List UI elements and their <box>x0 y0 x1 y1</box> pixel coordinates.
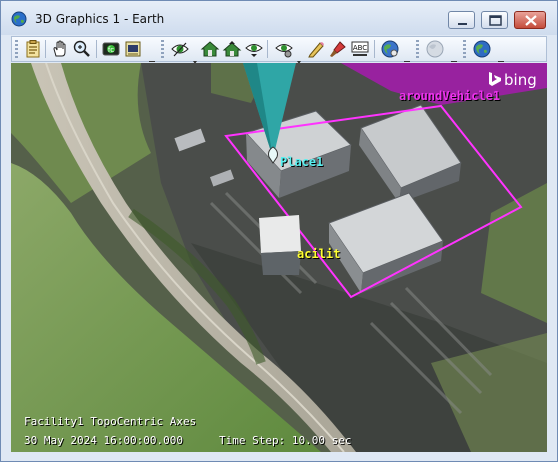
pan-hand-icon[interactable] <box>50 39 70 59</box>
aerial-imagery <box>11 63 547 452</box>
facility-label[interactable]: acilit <box>297 247 340 261</box>
toolbar: fc ABC <box>11 36 547 65</box>
view-from-to-icon[interactable]: fc <box>101 39 121 59</box>
toolbar-separator <box>45 40 46 58</box>
globe-icon[interactable] <box>380 39 400 59</box>
pencil-icon[interactable] <box>306 39 326 59</box>
brush-icon[interactable] <box>328 39 348 59</box>
date-overlay-text: 30 May 2024 16:00:00.000 <box>24 434 183 447</box>
abc-labels-icon[interactable]: ABC <box>350 39 370 59</box>
window-title: 3D Graphics 1 - Earth <box>35 12 165 26</box>
chevron-down-icon[interactable] <box>451 51 457 65</box>
minimize-button[interactable] <box>448 11 475 29</box>
properties-icon[interactable] <box>23 39 43 59</box>
toolbar-separator <box>267 40 268 58</box>
chevron-down-icon[interactable] <box>192 51 198 64</box>
home-icon[interactable] <box>200 39 220 59</box>
place-label[interactable]: Place1 <box>280 155 323 169</box>
globe-disabled-icon[interactable] <box>425 39 445 59</box>
minimize-icon <box>458 23 467 25</box>
bing-logo-text: bing <box>504 71 537 89</box>
title-bar[interactable]: 3D Graphics 1 - Earth <box>1 1 557 35</box>
toolbar-grip[interactable] <box>161 40 164 58</box>
3d-graphics-window: 3D Graphics 1 - Earth fc ABC Place1 acil… <box>0 0 558 462</box>
globe-icon[interactable] <box>11 11 27 27</box>
chevron-down-icon[interactable] <box>404 51 410 65</box>
chevron-down-icon[interactable] <box>149 51 155 65</box>
axes-overlay-text: Facility1 TopoCentric Axes <box>24 415 197 428</box>
ground-vehicle-label[interactable]: aroundVehicle1 <box>399 89 500 103</box>
bing-b-icon <box>489 72 501 86</box>
timestep-overlay-text: Time Step: 10.00 sec <box>219 434 352 447</box>
globe-earth-icon[interactable] <box>472 39 492 59</box>
chevron-down-icon[interactable] <box>296 51 302 64</box>
svg-text:ABC: ABC <box>353 44 367 52</box>
svg-text:fc: fc <box>108 46 114 54</box>
toolbar-separator <box>96 40 97 58</box>
visibility-eye-icon[interactable] <box>170 39 190 59</box>
close-button[interactable] <box>514 11 546 29</box>
eye-down-icon[interactable] <box>244 39 264 59</box>
home-view-icon[interactable] <box>123 39 143 59</box>
zoom-icon[interactable] <box>72 39 92 59</box>
chevron-down-icon[interactable] <box>498 51 504 65</box>
maximize-button[interactable] <box>481 11 508 29</box>
bing-logo: bing <box>488 71 537 89</box>
settings-eye-icon[interactable] <box>274 39 294 59</box>
home-up-icon[interactable] <box>222 39 242 59</box>
toolbar-grip[interactable] <box>15 40 18 58</box>
maximize-icon <box>489 15 502 26</box>
toolbar-grip[interactable] <box>416 40 419 58</box>
3d-earth-viewport[interactable]: Place1 acilit aroundVehicle1 bing Facili… <box>11 63 547 452</box>
toolbar-grip[interactable] <box>463 40 466 58</box>
close-icon <box>525 15 537 26</box>
toolbar-separator <box>374 40 375 58</box>
